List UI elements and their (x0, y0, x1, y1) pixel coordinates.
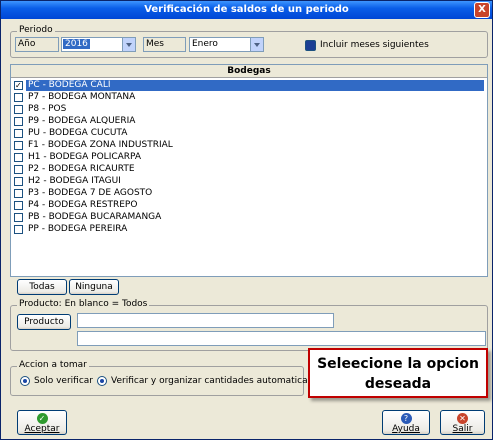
bodega-checkbox[interactable] (14, 153, 23, 162)
help-icon: ? (400, 413, 412, 424)
anio-value: 2016 (63, 39, 90, 49)
salir-label: Salir (452, 424, 473, 434)
list-item[interactable]: P7 - BODEGA MONTANA (13, 92, 485, 104)
bodega-checkbox[interactable] (14, 177, 23, 186)
close-window-button[interactable]: X (474, 2, 490, 18)
bodega-checkbox[interactable] (14, 80, 23, 91)
aceptar-label: Aceptar (24, 424, 60, 434)
chevron-down-icon[interactable] (122, 38, 135, 51)
bodega-checkbox[interactable] (14, 225, 23, 234)
producto-code-input[interactable] (77, 313, 334, 328)
instruction-callout: Seleecione la opcion deseada (308, 348, 488, 398)
bodegas-list[interactable]: Bodegas PC - BODEGA CALIP7 - BODEGA MONT… (10, 64, 488, 277)
window-title: Verificación de saldos de un periodo (144, 4, 349, 15)
bodega-label: P8 - POS (28, 104, 67, 114)
list-item[interactable]: H2 - BODEGA ITAGUI (13, 176, 485, 188)
list-item[interactable]: PU - BODEGA CUCUTA (13, 128, 485, 140)
producto-button[interactable]: Producto (17, 314, 71, 330)
mes-value: Enero (192, 39, 218, 49)
bodega-label: PC - BODEGA CALI (26, 80, 484, 91)
bodega-checkbox[interactable] (14, 117, 23, 126)
list-item[interactable]: P2 - BODEGA RICAURTE (13, 164, 485, 176)
bodega-label: P4 - BODEGA RESTREPO (28, 200, 138, 210)
bodega-label: PU - BODEGA CUCUTA (28, 128, 128, 138)
list-item[interactable]: P8 - POS (13, 104, 485, 116)
bodega-checkbox[interactable] (14, 165, 23, 174)
anio-label: Año (15, 37, 59, 52)
bodega-label: H2 - BODEGA ITAGUI (28, 176, 121, 186)
anio-select[interactable]: 2016 (61, 37, 136, 52)
bodega-checkbox[interactable] (14, 129, 23, 138)
ayuda-label: Ayuda (392, 424, 420, 434)
bodega-checkbox[interactable] (14, 141, 23, 150)
ayuda-button[interactable]: ? Ayuda (382, 410, 430, 435)
list-item[interactable]: PB - BODEGA BUCARAMANGA (13, 212, 485, 224)
salir-button[interactable]: ✕ Salir (440, 410, 485, 435)
todas-button[interactable]: Todas (17, 279, 67, 295)
bodegas-rows: PC - BODEGA CALIP7 - BODEGA MONTANA P8 - … (13, 80, 485, 236)
producto-legend: Producto: En blanco = Todos (17, 299, 150, 309)
incluir-checkbox[interactable] (305, 40, 316, 51)
producto-description-field (77, 331, 486, 346)
mes-select[interactable]: Enero (189, 37, 264, 52)
list-item[interactable]: H1 - BODEGA POLICARPA (13, 152, 485, 164)
bodega-label: P3 - BODEGA 7 DE AGOSTO (28, 188, 153, 198)
exit-icon: ✕ (457, 413, 468, 424)
bodega-label: P9 - BODEGA ALQUERIA (28, 116, 136, 126)
bodega-checkbox[interactable] (14, 201, 23, 210)
periodo-legend: Periodo (17, 25, 55, 35)
aceptar-button[interactable]: ✓ Aceptar (17, 410, 67, 435)
list-item[interactable]: P4 - BODEGA RESTREPO (13, 200, 485, 212)
bodega-label: P7 - BODEGA MONTANA (28, 92, 136, 102)
mes-label: Mes (143, 37, 186, 52)
bodega-label: P2 - BODEGA RICAURTE (28, 164, 135, 174)
list-item[interactable]: P3 - BODEGA 7 DE AGOSTO (13, 188, 485, 200)
bodega-checkbox[interactable] (14, 189, 23, 198)
list-item[interactable]: PC - BODEGA CALI (13, 80, 485, 92)
incluir-label: Incluir meses siguientes (320, 40, 429, 50)
bodega-checkbox[interactable] (14, 93, 23, 102)
solo-verificar-radio[interactable] (20, 376, 30, 386)
list-item[interactable]: F1 - BODEGA ZONA INDUSTRIAL (13, 140, 485, 152)
verificar-organizar-radio[interactable] (97, 376, 107, 386)
list-item[interactable]: P9 - BODEGA ALQUERIA (13, 116, 485, 128)
bodega-label: PP - BODEGA PEREIRA (28, 224, 128, 234)
title-bar[interactable]: Verificación de saldos de un periodo X (1, 1, 492, 19)
bodega-checkbox[interactable] (14, 213, 23, 222)
verificar-organizar-label: Verificar y organizar cantidades automat… (111, 376, 337, 386)
bodega-label: H1 - BODEGA POLICARPA (28, 152, 142, 162)
bodega-checkbox[interactable] (14, 105, 23, 114)
solo-verificar-label: Solo verificar (34, 376, 93, 386)
callout-line-2: deseada (364, 376, 432, 392)
bodega-label: PB - BODEGA BUCARAMANGA (28, 212, 162, 222)
ninguna-button[interactable]: Ninguna (69, 279, 119, 295)
bodega-label: F1 - BODEGA ZONA INDUSTRIAL (28, 140, 173, 150)
bodegas-header: Bodegas (11, 65, 487, 78)
accion-legend: Accion a tomar (17, 360, 89, 370)
chevron-down-icon[interactable] (250, 38, 263, 51)
dialog-window: Verificación de saldos de un periodo X P… (0, 0, 493, 440)
check-icon: ✓ (36, 413, 48, 424)
list-item[interactable]: PP - BODEGA PEREIRA (13, 224, 485, 236)
callout-line-1: Seleecione la opcion (317, 356, 479, 372)
